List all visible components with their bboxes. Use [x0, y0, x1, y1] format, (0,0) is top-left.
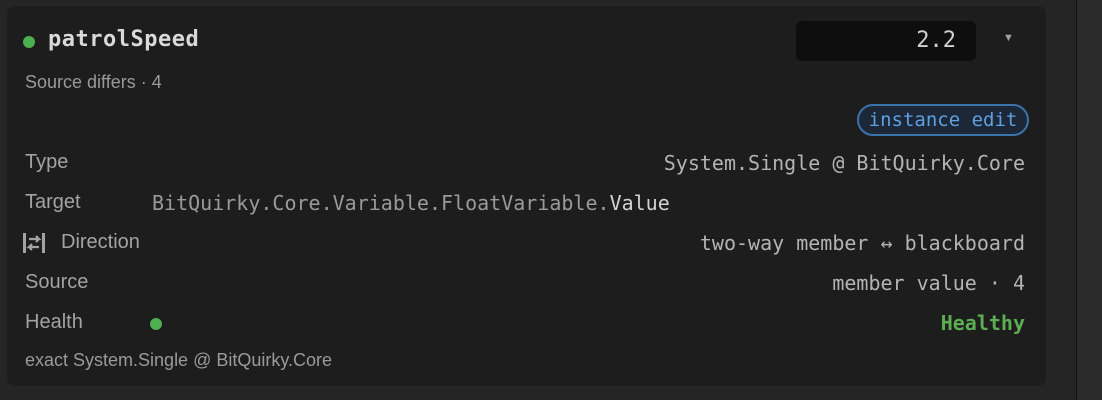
target-path: BitQuirky.Core.Variable.FloatVariable. [152, 191, 610, 215]
status-dot [23, 36, 35, 48]
target-value: BitQuirky.Core.Variable.FloatVariable.Va… [152, 191, 670, 215]
type-label: Type [25, 151, 69, 173]
two-way-arrows-icon [23, 233, 45, 253]
source-status-text: Source differs · 4 [25, 72, 162, 92]
value-field[interactable]: 2.2 [796, 21, 976, 61]
binding-title: patrolSpeed [48, 27, 200, 52]
source-label: Source [25, 271, 89, 293]
type-value: System.Single @ BitQuirky.Core [663, 151, 1025, 175]
chevron-down-icon[interactable]: ▼ [1003, 32, 1014, 44]
instance-edit-badge[interactable]: instance edit [857, 104, 1029, 136]
health-dot [150, 318, 162, 330]
target-label: Target [25, 191, 81, 213]
type-match-note: exact System.Single @ BitQuirky.Core [25, 350, 333, 370]
direction-label: Direction [61, 231, 140, 253]
source-value: member value · 4 [832, 271, 1025, 295]
health-label: Health [25, 311, 83, 333]
direction-value: two-way member ↔ blackboard [699, 231, 1025, 255]
health-value: Healthy [940, 311, 1025, 335]
scrollbar-track[interactable] [1076, 0, 1102, 400]
target-member: Value [609, 191, 670, 215]
